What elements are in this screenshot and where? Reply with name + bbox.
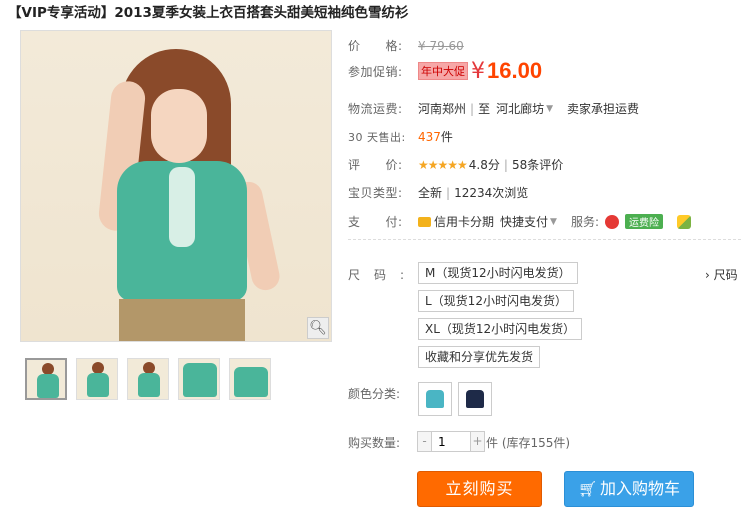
thumbnail[interactable] (76, 358, 118, 400)
payment-row: 支 付: 信用卡分期 快捷支付 ▼ 服务: 运费险 (348, 213, 691, 230)
type-label: 宝贝类型: (348, 186, 403, 200)
quantity-input[interactable] (431, 432, 471, 451)
shirt-icon (466, 390, 484, 408)
price-label: 价 格: (348, 39, 403, 53)
thumbnail[interactable] (25, 358, 67, 400)
current-price: 16.00 (487, 58, 543, 83)
promo-tag: 年中大促 (418, 62, 468, 80)
sales-unit: 件 (440, 130, 453, 144)
sales-count: 437 (418, 129, 441, 144)
model-face (151, 89, 207, 163)
service-label: 服务: (570, 215, 599, 229)
size-label: 尺码: (348, 268, 419, 282)
buy-now-button[interactable]: 立刻购买 (417, 471, 542, 507)
increment-button[interactable]: + (471, 432, 484, 451)
original-price: ¥ 79.60 (418, 38, 464, 53)
thumb-shirt (183, 363, 217, 397)
star-rating-icon: ★★★★★ (418, 157, 468, 172)
thumbnail[interactable] (178, 358, 220, 400)
add-to-cart-label: 加入购物车 (600, 479, 681, 498)
size-option-xl[interactable]: XL（现货12小时闪电发货） (418, 318, 583, 340)
color-label: 颜色分类: (348, 387, 401, 401)
shipping-label: 物流运费: (348, 102, 403, 116)
stock-info: 件 (库存155件) (486, 436, 571, 450)
item-condition: 全新 (418, 186, 443, 200)
type-row: 宝贝类型: 全新 | 12234次浏览 (348, 184, 528, 201)
shirt-icon (426, 390, 444, 408)
review-count-link[interactable]: 58条评价 (512, 156, 563, 173)
service-icon[interactable] (677, 214, 691, 229)
chevron-down-icon[interactable]: ▼ (546, 104, 553, 114)
product-title: 【VIP专享活动】2013夏季女装上衣百搭套头甜美短袖纯色雪纺衫 (8, 5, 409, 21)
ship-to-select[interactable]: 河北廊坊 (496, 100, 544, 117)
promo-label: 参加促销: (348, 64, 403, 79)
separator: | (446, 185, 451, 200)
separator: | (470, 101, 475, 116)
quick-pay-link[interactable]: 快捷支付 (500, 213, 548, 230)
shirt-ruffle (169, 167, 195, 247)
size-chart-link[interactable]: › 尺码 (705, 266, 738, 283)
thumb-shirt (87, 373, 109, 397)
price-row: 价 格: ¥ 79.60 (348, 37, 464, 54)
thumbnail[interactable] (127, 358, 169, 400)
ship-from: 河南郑州 (418, 102, 467, 116)
model-pants (119, 299, 245, 341)
color-swatch-navy[interactable] (458, 382, 492, 416)
freight-insurance-badge[interactable]: 运费险 (625, 214, 663, 229)
credit-card-icon (418, 216, 431, 227)
currency-symbol: ¥ (471, 58, 485, 84)
guarantee-icon[interactable] (605, 214, 619, 229)
magnifier-icon[interactable]: 🔍︎ (307, 317, 329, 339)
payment-label: 支 付: (348, 215, 403, 229)
size-option-favorite[interactable]: 收藏和分享优先发货 (418, 346, 541, 368)
view-count: 12234次浏览 (454, 186, 529, 200)
quantity-label: 购买数量: (348, 436, 401, 450)
sales-label: 30 天售出: (348, 130, 406, 144)
divider (348, 239, 741, 240)
separator: | (503, 157, 508, 172)
thumb-shirt (37, 374, 59, 398)
chevron-down-icon[interactable]: ▼ (550, 217, 557, 227)
rating-label: 评 价: (348, 158, 403, 172)
promo-price-row: 参加促销: 年中大促 ¥ 16.00 (348, 58, 542, 84)
ship-to-prefix: 至 (478, 102, 491, 116)
thumbnail[interactable] (229, 358, 271, 400)
quantity-stepper: - + (417, 431, 485, 452)
decrement-button[interactable]: - (418, 432, 431, 451)
rating-score: 4.8分 (468, 158, 500, 172)
color-swatch-teal[interactable] (418, 382, 452, 416)
shipping-note: 卖家承担运费 (567, 102, 640, 116)
add-to-cart-button[interactable]: 🛒︎ 加入购物车 (564, 471, 694, 507)
cart-icon: 🛒︎ (577, 480, 598, 498)
shipping-row: 物流运费: 河南郑州 | 至 河北廊坊 ▼ 卖家承担运费 (348, 100, 639, 117)
size-option-m[interactable]: M（现货12小时闪电发货） (418, 262, 578, 284)
thumbnail-strip (25, 358, 271, 400)
size-option-l[interactable]: L（现货12小时闪电发货） (418, 290, 574, 312)
main-product-image[interactable]: 🔍︎ (20, 30, 332, 342)
credit-installment-link[interactable]: 信用卡分期 (434, 213, 494, 230)
thumb-shirt (234, 367, 268, 397)
thumb-shirt (138, 373, 160, 397)
rating-row: 评 价: ★★★★★ 4.8分 | 58条评价 (348, 156, 563, 173)
sales-row: 30 天售出: 437 件 (348, 128, 453, 145)
